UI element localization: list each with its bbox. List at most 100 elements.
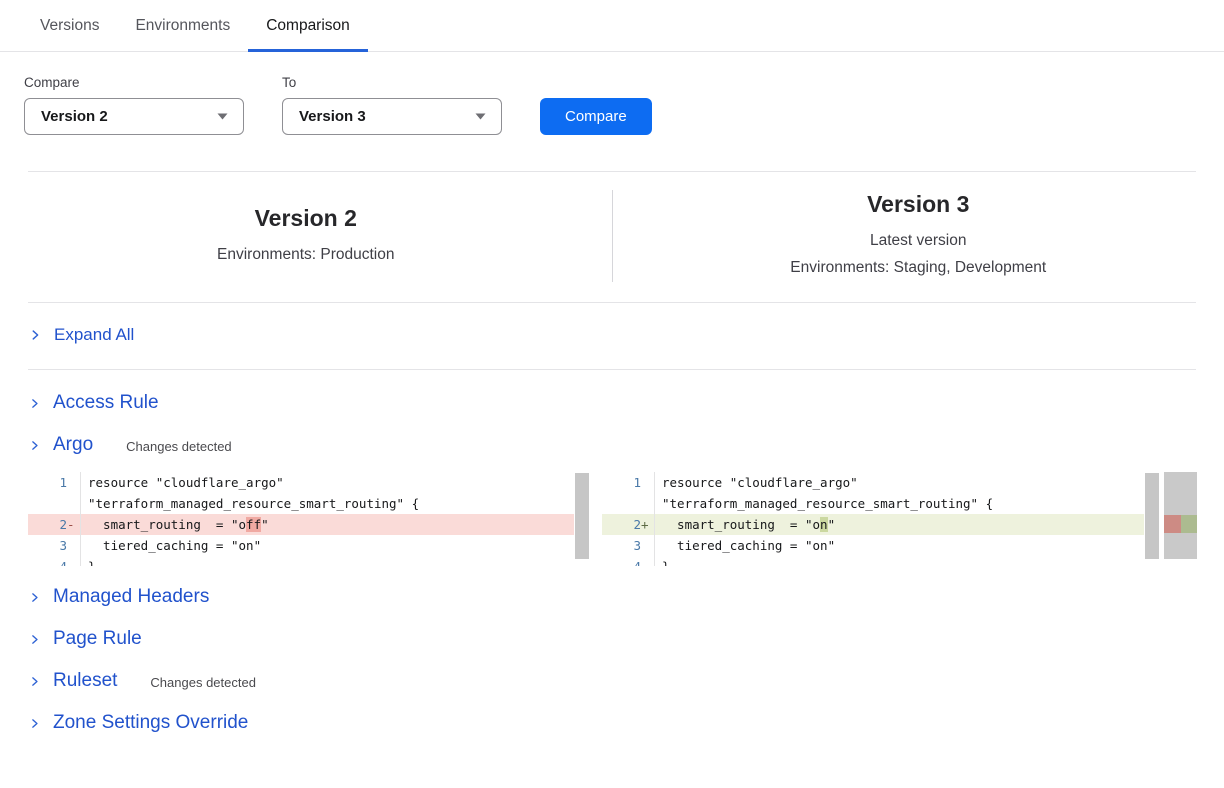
expand-all-label: Expand All: [54, 325, 134, 345]
compare-to-select[interactable]: Version 3: [282, 98, 502, 135]
diff-line: 4}: [28, 556, 574, 566]
diff-sign: [641, 535, 650, 556]
line-number: 1: [59, 472, 67, 514]
diff-line: 2+ smart_routing = "on": [602, 514, 1144, 535]
chevron-right-icon: [28, 717, 41, 730]
section-managed-headers[interactable]: Managed Headers: [28, 576, 1196, 618]
diff-minimap[interactable]: [1164, 472, 1197, 559]
scrollbar-thumb[interactable]: [575, 473, 589, 559]
section-label: Access Rule: [53, 392, 159, 414]
compare-label: Compare: [24, 75, 244, 90]
line-number-gutter: 2-: [28, 514, 81, 535]
diff-sign: +: [641, 514, 650, 535]
section-label: Ruleset: [53, 670, 117, 692]
code-text: }: [81, 556, 574, 566]
minimap-added-mark: [1181, 515, 1197, 533]
code-text: tiered_caching = "on": [655, 535, 1144, 556]
compare-to-value: Version 3: [299, 108, 366, 125]
diff-line: 2- smart_routing = "off": [28, 514, 574, 535]
section-label: Managed Headers: [53, 586, 209, 608]
diff-line: 3 tiered_caching = "on": [602, 535, 1144, 556]
line-number-gutter: 1: [28, 472, 81, 514]
chevron-right-icon: [28, 675, 41, 688]
chevron-down-icon: [217, 113, 228, 120]
section-page-rule[interactable]: Page Rule: [28, 618, 1196, 660]
line-number: 4: [633, 556, 641, 566]
chevron-down-icon: [475, 113, 486, 120]
tab-bar: VersionsEnvironmentsComparison: [0, 0, 1224, 52]
code-text: smart_routing = "on": [655, 514, 1144, 535]
tab-versions[interactable]: Versions: [22, 0, 117, 51]
diff-code-right: 1 resource "cloudflare_argo" "terraform_m…: [602, 472, 1144, 566]
diff-pane-left: 1 resource "cloudflare_argo" "terraform_m…: [28, 472, 590, 566]
section-zone-settings-override[interactable]: Zone Settings Override: [28, 702, 1196, 744]
section-label: Page Rule: [53, 628, 142, 650]
line-number-gutter: 3: [28, 535, 81, 556]
line-number-gutter: 2+: [602, 514, 655, 535]
section-ruleset[interactable]: Ruleset Changes detected: [28, 660, 1196, 702]
line-number: 3: [59, 535, 67, 556]
diff-line: 1 resource "cloudflare_argo" "terraform_m…: [28, 472, 574, 514]
line-number-gutter: 1: [602, 472, 655, 514]
diff-line: 1 resource "cloudflare_argo" "terraform_m…: [602, 472, 1144, 514]
diff-sign: [641, 556, 650, 566]
diff-sign: -: [67, 514, 76, 535]
section-argo[interactable]: ArgoChanges detected: [28, 424, 1196, 466]
compare-button[interactable]: Compare: [540, 98, 652, 135]
argo-diff: 1 resource "cloudflare_argo" "terraform_m…: [28, 472, 1224, 566]
scrollbar-right[interactable]: [1144, 472, 1160, 566]
version-column-right: Version 3 Latest version Environments: S…: [613, 191, 1224, 281]
chevron-right-icon: [28, 439, 41, 452]
chevron-right-icon: [28, 591, 41, 604]
compare-from-value: Version 2: [41, 108, 108, 125]
code-text: }: [655, 556, 1144, 566]
line-number: 2: [59, 514, 67, 535]
code-text: resource "cloudflare_argo" "terraform_ma…: [81, 472, 574, 514]
diff-sign: [641, 472, 650, 514]
chevron-right-icon: [28, 397, 41, 410]
left-version-title: Version 2: [0, 205, 612, 232]
line-number: 2: [633, 514, 641, 535]
line-number-gutter: 4: [602, 556, 655, 566]
changes-detected-badge: Changes detected: [150, 673, 256, 690]
diff-sign: [67, 535, 76, 556]
expand-all[interactable]: Expand All: [28, 303, 1196, 369]
scrollbar-thumb[interactable]: [1145, 473, 1159, 559]
line-number: 4: [59, 556, 67, 566]
version-column-left: Version 2 Environments: Production: [0, 205, 612, 268]
right-version-title: Version 3: [613, 191, 1224, 218]
code-text: resource "cloudflare_argo" "terraform_ma…: [655, 472, 1144, 514]
diff-sign: [67, 556, 76, 566]
changes-detected-badge: Changes detected: [126, 437, 232, 454]
compare-from-field: Compare Version 2: [24, 75, 244, 135]
chevron-right-icon: [28, 633, 41, 646]
right-version-latest: Latest version: [613, 227, 1224, 254]
to-label: To: [282, 75, 502, 90]
left-version-environments: Environments: Production: [0, 241, 612, 268]
line-number: 3: [633, 535, 641, 556]
diff-line: 4}: [602, 556, 1144, 566]
diff-sign: [67, 472, 76, 514]
diff-pane-right: 1 resource "cloudflare_argo" "terraform_m…: [602, 472, 1197, 566]
code-text: tiered_caching = "on": [81, 535, 574, 556]
compare-to-field: To Version 3: [282, 75, 502, 135]
minimap-removed-mark: [1164, 515, 1181, 533]
compare-from-select[interactable]: Version 2: [24, 98, 244, 135]
diff-line: 3 tiered_caching = "on": [28, 535, 574, 556]
version-columns: Version 2 Environments: Production Versi…: [0, 172, 1224, 302]
page: VersionsEnvironmentsComparison Compare V…: [0, 0, 1224, 744]
tab-environments[interactable]: Environments: [117, 0, 248, 51]
sections: Access Rule ArgoChanges detected 1 resourc…: [0, 370, 1224, 744]
section-label: Zone Settings Override: [53, 712, 248, 734]
code-text: smart_routing = "off": [81, 514, 574, 535]
compare-form: Compare Version 2 To Version 3 Compare: [0, 52, 1224, 135]
scrollbar-left[interactable]: [574, 472, 590, 566]
chevron-right-icon: [28, 328, 42, 342]
section-access-rule[interactable]: Access Rule: [28, 382, 1196, 424]
line-number: 1: [633, 472, 641, 514]
tab-comparison[interactable]: Comparison: [248, 0, 368, 51]
line-number-gutter: 3: [602, 535, 655, 556]
diff-code-left: 1 resource "cloudflare_argo" "terraform_m…: [28, 472, 574, 566]
line-number-gutter: 4: [28, 556, 81, 566]
right-version-environments: Environments: Staging, Development: [613, 254, 1224, 281]
